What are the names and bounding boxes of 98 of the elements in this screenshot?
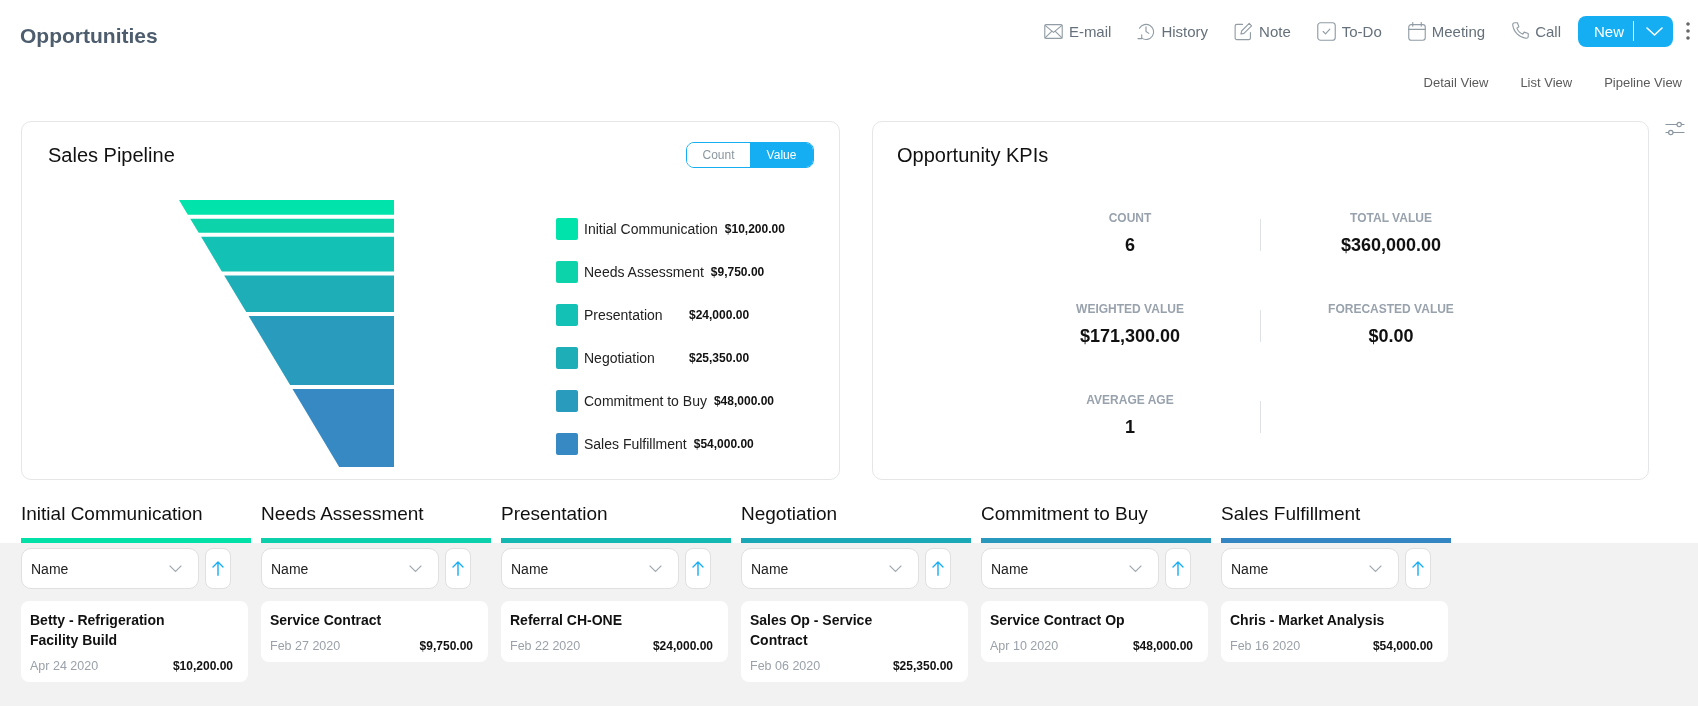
checkbox-icon [1316,21,1336,41]
opportunity-card[interactable]: Referral CH-ONE Feb 22 2020 $24,000.00 [501,601,728,662]
legend-value: $54,000.00 [693,437,754,451]
opportunity-amount: $24,000.00 [652,638,713,654]
arrow-up-icon [1172,561,1184,576]
sort-direction-button[interactable] [685,548,711,589]
chevron-down-icon [1129,565,1142,572]
phone-icon [1511,22,1530,40]
kpi-value: $0.00 [1368,325,1414,347]
new-menu-button[interactable] [1633,15,1673,47]
legend-label: Initial Communication [584,221,718,237]
opportunity-amount: $54,000.00 [1372,638,1433,654]
kpi-value: $171,300.00 [1079,325,1181,347]
card-title: Sales Pipeline [48,143,175,168]
legend-value: $9,750.00 [710,265,765,279]
opportunity-title: Betty - Refrigeration Facility Build [30,611,166,650]
legend-label: Negotiation [584,350,656,366]
opportunity-date: Feb 27 2020 [270,638,341,654]
sort-direction-button[interactable] [205,548,231,589]
email-button[interactable]: E-mail [1043,22,1112,40]
sort-dropdown[interactable]: Name [21,548,199,589]
kpi-value: $360,000.00 [1340,234,1442,256]
opportunity-amount: $9,750.00 [419,638,473,654]
page-title: Opportunities [20,23,158,48]
arrow-up-icon [1412,561,1424,576]
clock-arrow-icon [1137,21,1156,41]
sliders-icon[interactable] [1665,121,1685,136]
kpi-value: 1 [1125,416,1135,438]
pencil-square-icon [1234,21,1254,41]
calendar-icon [1407,21,1426,41]
stage-title: Sales Fulfillment [1221,502,1361,526]
more-icon[interactable] [1686,22,1690,40]
opportunity-title: Sales Op - Service Contract [750,611,874,650]
stage-title: Negotiation [741,502,838,526]
chevron-down-icon [409,565,422,572]
legend-label: Needs Assessment [584,264,704,280]
kpi-label: COUNT [1108,210,1152,226]
sort-dropdown[interactable]: Name [501,548,679,589]
legend-label: Commitment to Buy [584,393,707,409]
stage-title: Needs Assessment [261,502,424,526]
sort-direction-button[interactable] [925,548,951,589]
opportunity-date: Feb 06 2020 [750,658,821,674]
chevron-down-icon [649,565,662,572]
legend-value: $48,000.00 [713,394,774,408]
chevron-down-icon [889,565,902,572]
card-title: Opportunity KPIs [897,143,1050,168]
kpi-label: FORECASTED VALUE [1328,301,1454,317]
legend-label: Presentation [584,307,664,323]
sort-dropdown[interactable]: Name [261,548,439,589]
opportunity-card[interactable]: Betty - Refrigeration Facility Build Apr 24 2020 $10,200.00 [21,601,248,682]
kpi-value: 6 [1125,234,1135,256]
opportunity-amount: $48,000.00 [1132,638,1193,654]
arrow-up-icon [452,561,464,576]
view-link[interactable]: Detail View [1423,74,1489,90]
kpi-label: AVERAGE AGE [1086,392,1174,408]
opportunity-date: Feb 22 2020 [510,638,581,654]
note-button[interactable]: Note [1234,21,1291,41]
kpi-label: TOTAL VALUE [1350,210,1432,226]
sort-dropdown[interactable]: Name [981,548,1159,589]
chevron-down-icon [1369,565,1382,572]
legend-label: Sales Fulfillment [584,436,687,452]
sort-direction-button[interactable] [1165,548,1191,589]
call-button[interactable]: Call [1511,22,1561,40]
sort-dropdown[interactable]: Name [741,548,919,589]
sort-dropdown[interactable]: Name [1221,548,1399,589]
arrow-up-icon [212,561,224,576]
opportunity-card[interactable]: Chris - Market Analysis Feb 16 2020 $54,000.00 [1221,601,1448,662]
view-link[interactable]: Pipeline View [1604,74,1682,90]
legend-value: $10,200.00 [724,222,785,236]
envelope-icon [1043,23,1063,39]
opportunity-amount: $25,350.00 [892,658,953,674]
opportunity-card[interactable]: Service Contract Feb 27 2020 $9,750.00 [261,601,488,662]
arrow-up-icon [932,561,944,576]
opportunity-card[interactable]: Sales Op - Service Contract Feb 06 2020 $25,350.00 [741,601,968,682]
opportunity-title: Service Contract Op [990,611,1126,630]
caret-icon [1645,26,1663,36]
opportunity-date: Apr 10 2020 [990,638,1059,654]
opportunity-title: Chris - Market Analysis [1230,611,1386,630]
legend-value: $25,350.00 [689,351,750,365]
opportunity-date: Feb 16 2020 [1230,638,1301,654]
opportunity-title: Service Contract [270,611,383,630]
kpi-label: WEIGHTED VALUE [1076,301,1184,317]
stage-title: Initial Communication [21,502,203,526]
stage-title: Commitment to Buy [981,502,1148,526]
view-link[interactable]: List View [1520,74,1573,90]
meeting-button[interactable]: Meeting [1407,21,1486,41]
arrow-up-icon [692,561,704,576]
todo-button[interactable]: To-Do [1316,21,1382,41]
opportunity-date: Apr 24 2020 [30,658,99,674]
sort-direction-button[interactable] [445,548,471,589]
opportunity-title: Referral CH-ONE [510,611,624,630]
opportunity-card[interactable]: Service Contract Op Apr 10 2020 $48,000.00 [981,601,1208,662]
opportunity-amount: $10,200.00 [172,658,233,674]
history-button[interactable]: History [1137,21,1209,41]
stage-title: Presentation [501,502,608,526]
sort-direction-button[interactable] [1405,548,1431,589]
legend-value: $24,000.00 [689,308,750,322]
chevron-down-icon [169,565,182,572]
